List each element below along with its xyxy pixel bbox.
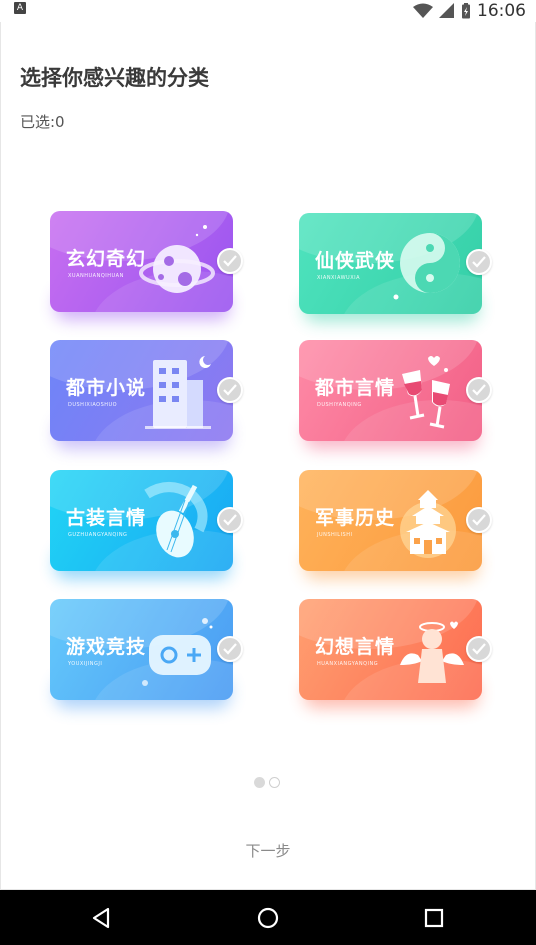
category-pinyin: GUZHUANGYANQING: [68, 532, 128, 538]
selected-count: 已选:0: [20, 113, 65, 131]
pagoda-icon: [400, 490, 456, 558]
category-pinyin: JUNSHILISHI: [317, 532, 353, 538]
select-checkbox-youxi[interactable]: [217, 636, 243, 662]
checkmark-icon: [223, 384, 237, 396]
status-icons: 16:06: [413, 0, 526, 22]
status-bar: A 16:06: [0, 0, 536, 22]
select-checkbox-huanxiang[interactable]: [466, 636, 492, 662]
select-checkbox-dushiyanqing[interactable]: [466, 377, 492, 403]
category-card-junshi[interactable]: 军事历史 JUNSHILISHI: [299, 470, 482, 571]
wine-glasses-icon: [402, 356, 450, 429]
cupid-icon: [400, 621, 464, 683]
checkmark-icon: [223, 514, 237, 526]
category-card-huanxiang[interactable]: 幻想言情 HUANXIANGYANQING: [299, 599, 482, 700]
planet-icon: [139, 225, 215, 293]
category-pinyin: DUSHIXIAOSHUO: [68, 402, 118, 408]
category-label: 古装言情: [66, 507, 147, 529]
checkmark-icon: [472, 256, 486, 268]
checkmark-icon: [472, 643, 486, 655]
category-card-dushiyanqing[interactable]: 都市言情 DUSHIYANQING: [299, 340, 482, 441]
checkmark-icon: [223, 643, 237, 655]
gamepad-icon: [142, 618, 213, 686]
select-checkbox-junshi[interactable]: [466, 507, 492, 533]
wifi-icon: [413, 3, 433, 18]
page-indicator: [254, 777, 280, 788]
screen-frame: [0, 22, 536, 890]
category-label: 都市小说: [66, 377, 147, 399]
category-card-dushi[interactable]: 都市小说 DUSHIXIAOSHUO: [50, 340, 233, 441]
category-card-youxi[interactable]: 游戏竞技 YOUXIJINGJI: [50, 599, 233, 700]
back-icon[interactable]: [88, 904, 116, 932]
category-label: 游戏竞技: [66, 636, 147, 658]
checkmark-icon: [472, 514, 486, 526]
category-label: 都市言情: [315, 377, 396, 399]
category-pinyin: DUSHIYANQING: [317, 402, 362, 408]
category-card-xianxia[interactable]: 仙侠武侠 XIANXIAWUXIA: [299, 213, 482, 314]
select-checkbox-guzhuang[interactable]: [217, 507, 243, 533]
category-label: 玄幻奇幻: [66, 248, 147, 270]
pipa-icon: [144, 482, 208, 558]
yin-yang-icon: [393, 233, 460, 300]
category-label: 军事历史: [315, 507, 396, 529]
category-pinyin: YOUXIJINGJI: [68, 661, 103, 667]
select-checkbox-dushi[interactable]: [217, 377, 243, 403]
home-icon[interactable]: [254, 904, 282, 932]
select-checkbox-xuanhuan[interactable]: [217, 248, 243, 274]
page-dot-active[interactable]: [254, 777, 265, 788]
category-label: 幻想言情: [315, 636, 396, 658]
category-card-guzhuang[interactable]: 古装言情 GUZHUANGYANQING: [50, 470, 233, 571]
page-title: 选择你感兴趣的分类: [20, 66, 209, 90]
select-checkbox-xianxia[interactable]: [466, 249, 492, 275]
recents-icon[interactable]: [420, 904, 448, 932]
next-step-button[interactable]: 下一步: [0, 840, 536, 861]
category-label: 仙侠武侠: [315, 250, 396, 272]
checkmark-icon: [223, 255, 237, 267]
building-icon: [145, 356, 211, 429]
category-pinyin: XUANHUANQIHUAN: [68, 273, 124, 279]
category-card-xuanhuan[interactable]: 玄幻奇幻 XUANHUANQIHUAN: [50, 211, 233, 312]
signal-icon: [439, 3, 454, 18]
page-dot[interactable]: [269, 777, 280, 788]
battery-icon: [462, 3, 470, 19]
category-pinyin: HUANXIANGYANQING: [317, 661, 379, 667]
system-nav-bar: [0, 890, 536, 945]
category-pinyin: XIANXIAWUXIA: [317, 275, 361, 281]
checkmark-icon: [472, 384, 486, 396]
clock: 16:06: [477, 1, 526, 21]
notification-a-icon: A: [14, 2, 26, 14]
